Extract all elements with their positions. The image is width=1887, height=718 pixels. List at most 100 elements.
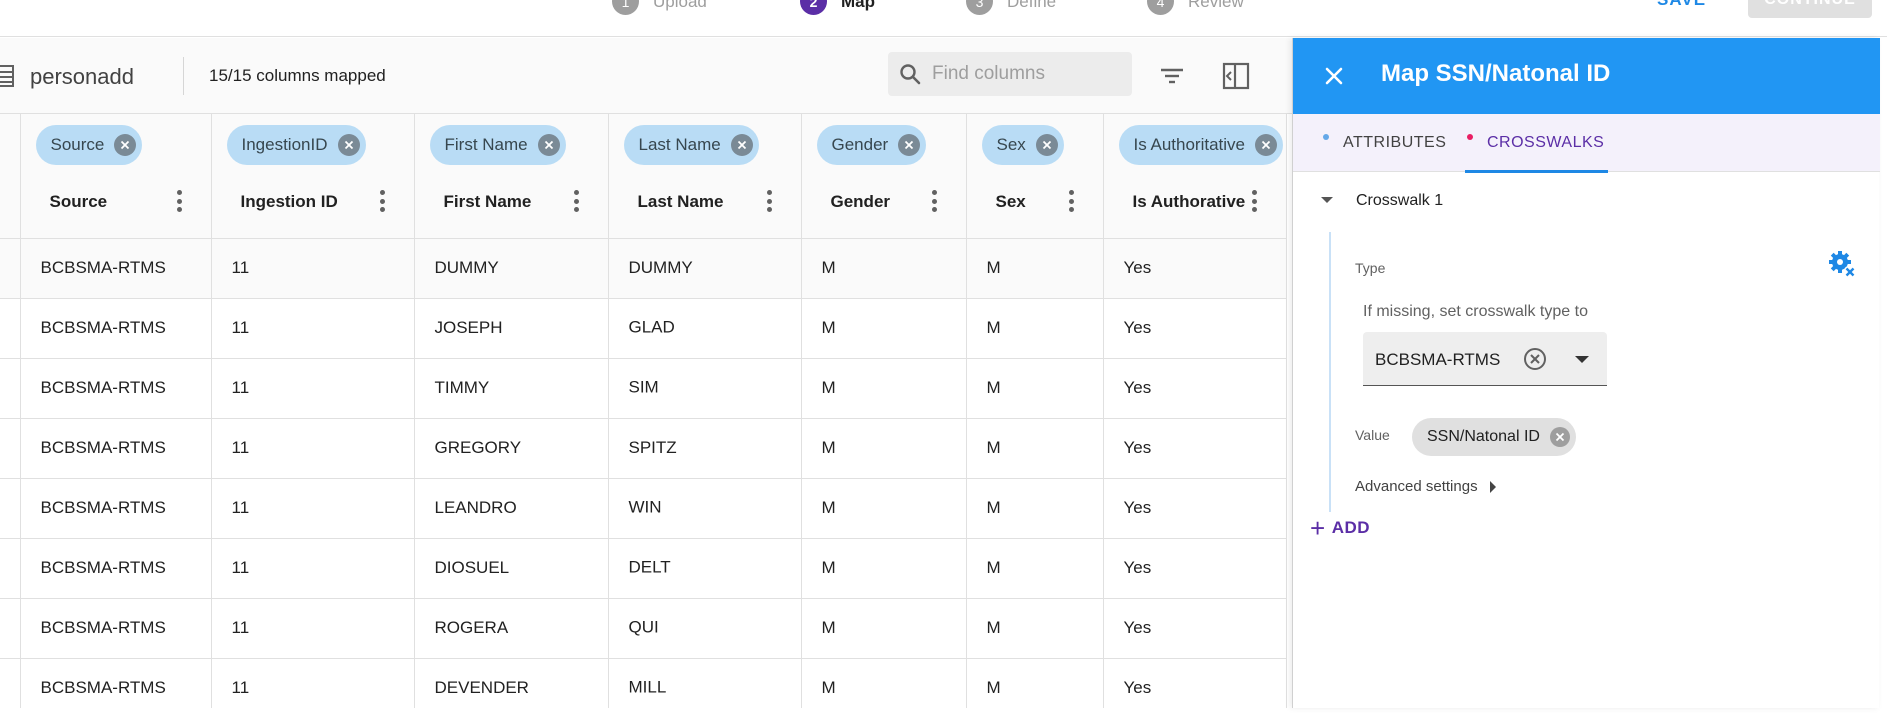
cell-value: M <box>986 498 1001 517</box>
panel-layout-icon[interactable] <box>1221 61 1251 91</box>
cell-value: SPITZ <box>628 438 677 457</box>
table-cell: 11 <box>211 298 415 359</box>
mapped-attribute-chip[interactable]: Last Name <box>623 125 759 165</box>
table-cell: GLAD <box>608 298 802 359</box>
tab-crosswalks[interactable]: CROSSWALKS <box>1467 114 1604 172</box>
column-search[interactable] <box>888 52 1132 96</box>
column-menu-icon[interactable] <box>1252 190 1258 212</box>
toolbar-divider <box>183 57 184 95</box>
value-chip[interactable]: SSN/Natonal ID <box>1412 418 1576 456</box>
table-cell: TIMMY <box>414 358 609 419</box>
cell-value: M <box>986 378 1001 397</box>
table-toolbar: personadd 15/15 columns mapped <box>0 38 1292 114</box>
crosswalk-rail <box>1329 232 1331 512</box>
type-label: Type <box>1355 260 1386 276</box>
column-header: First Name First Name <box>414 114 609 239</box>
cell-value: 11 <box>231 258 250 277</box>
cell-value: 11 <box>231 618 250 637</box>
table-cell: 11 <box>211 418 415 479</box>
remove-chip-icon[interactable] <box>337 134 360 156</box>
step-review[interactable]: 4 Review <box>1147 0 1244 15</box>
step-map[interactable]: 2 Map <box>800 0 875 15</box>
table-cell: 11 <box>211 658 415 708</box>
table-row: BCBSMA-RTMS 11 TIMMY SIM M M Yes <box>0 358 1287 419</box>
column-menu-icon[interactable] <box>380 190 386 212</box>
cell-value: Yes <box>1123 618 1152 637</box>
table-cell: M <box>801 238 967 299</box>
search-icon <box>900 64 921 85</box>
table-cell: 11 <box>211 238 415 299</box>
column-header: IngestionID Ingestion ID <box>211 114 415 239</box>
mapped-attribute-chip[interactable]: Source <box>35 125 143 165</box>
row-gutter <box>0 598 21 659</box>
row-gutter <box>0 298 21 359</box>
remove-chip-icon[interactable] <box>1255 134 1278 156</box>
step-upload[interactable]: 1 Upload <box>612 0 707 15</box>
cell-value: Yes <box>1123 378 1152 397</box>
collapse-caret-icon[interactable] <box>1321 197 1333 203</box>
cell-value: DELT <box>628 557 671 577</box>
remove-chip-icon[interactable] <box>1549 427 1570 447</box>
remove-chip-icon[interactable] <box>730 134 753 156</box>
table-cell: M <box>966 358 1104 419</box>
step-define[interactable]: 3 Define <box>966 0 1056 15</box>
cell-value: BCBSMA-RTMS <box>40 378 166 397</box>
column-menu-icon[interactable] <box>1069 190 1075 212</box>
chip-label: Last Name <box>638 135 721 154</box>
cell-value: M <box>821 378 836 397</box>
remove-chip-icon[interactable] <box>114 134 137 156</box>
dropdown-arrow-icon[interactable] <box>1575 356 1589 363</box>
cell-value: M <box>986 618 1001 637</box>
tab-label: CROSSWALKS <box>1487 134 1605 151</box>
column-menu-icon[interactable] <box>932 190 938 212</box>
save-button[interactable]: SAVE <box>1657 0 1706 10</box>
crosswalk-type-select[interactable]: BCBSMA-RTMS <box>1363 332 1607 386</box>
panel-header: Map SSN/Natonal ID <box>1293 38 1880 114</box>
cell-value: M <box>986 258 1001 277</box>
mapped-attribute-chip[interactable]: Gender <box>816 125 927 165</box>
search-input[interactable] <box>932 63 1112 85</box>
crosswalk-title: Crosswalk 1 <box>1356 192 1444 209</box>
row-gutter <box>0 538 21 599</box>
advanced-settings-toggle[interactable]: Advanced settings <box>1355 478 1496 495</box>
mapped-attribute-chip[interactable]: Sex <box>981 125 1064 165</box>
table-cell: M <box>966 478 1104 539</box>
remove-chip-icon[interactable] <box>898 134 921 156</box>
close-icon[interactable] <box>1322 64 1346 88</box>
row-gutter-header <box>0 114 21 239</box>
table-cell: MILL <box>608 658 802 708</box>
cell-value: BCBSMA-RTMS <box>40 438 166 457</box>
column-menu-icon[interactable] <box>767 190 773 212</box>
table-cell: M <box>801 478 967 539</box>
continue-button[interactable]: CONTINUE <box>1748 0 1872 18</box>
cell-value: 11 <box>231 678 250 697</box>
chip-label: IngestionID <box>241 135 328 154</box>
table-cell: SPITZ <box>608 418 802 479</box>
chip-label: Sex <box>996 135 1026 154</box>
data-table-container: Source Source IngestionID Ingestion ID First… <box>0 114 1292 708</box>
table-row: BCBSMA-RTMS 11 JOSEPH GLAD M M Yes <box>0 298 1287 359</box>
table-cell: M <box>966 238 1104 299</box>
cell-value: 11 <box>231 558 250 577</box>
table-cell: ROGERA <box>414 598 609 659</box>
chip-label: Is Authoritative <box>1133 135 1246 154</box>
remove-chip-icon[interactable] <box>1035 134 1058 156</box>
cell-value: Yes <box>1123 438 1152 457</box>
mapped-attribute-chip[interactable]: Is Authoritative <box>1118 125 1284 165</box>
table-cell: M <box>801 418 967 479</box>
remove-chip-icon[interactable] <box>537 134 560 156</box>
cell-value: DEVENDER <box>434 678 529 697</box>
table-cell: JOSEPH <box>414 298 609 359</box>
gear-remove-icon[interactable] <box>1828 250 1858 280</box>
column-menu-icon[interactable] <box>177 190 183 212</box>
clear-icon[interactable] <box>1523 347 1547 371</box>
tab-attributes[interactable]: ATTRIBUTES <box>1323 114 1446 172</box>
table-cell: BCBSMA-RTMS <box>20 538 212 599</box>
table-cell: BCBSMA-RTMS <box>20 598 212 659</box>
column-menu-icon[interactable] <box>574 190 580 212</box>
mapped-attribute-chip[interactable]: First Name <box>429 125 566 165</box>
add-crosswalk-button[interactable]: + ADD <box>1310 515 1370 541</box>
cell-value: DUMMY <box>628 258 693 277</box>
mapped-attribute-chip[interactable]: IngestionID <box>226 125 366 165</box>
filter-icon[interactable] <box>1158 62 1186 90</box>
